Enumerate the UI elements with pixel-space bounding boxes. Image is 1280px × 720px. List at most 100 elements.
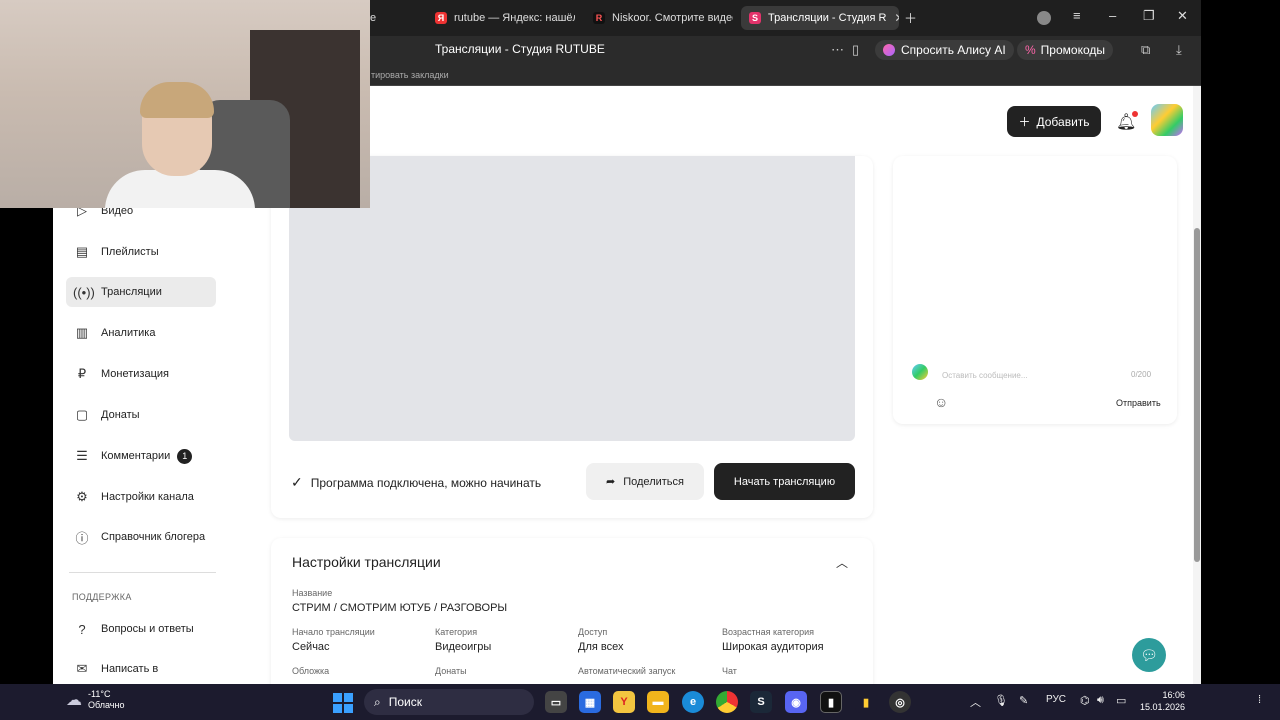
file-explorer-icon[interactable]: ▬ [647,691,669,713]
alice-button[interactable]: Спросить Алису AI [875,40,1014,60]
bookmark-icon[interactable]: ▯ [852,42,859,58]
windows-start-icon[interactable] [333,693,353,713]
rutube-icon: R [593,12,605,24]
minimize-icon[interactable]: – [1109,8,1116,23]
yandex-browser-icon[interactable]: Y [613,691,635,713]
taskbar: ☁ -11°C Облачно ⌕ Поиск ▭ ▦ Y ▬ e S ◉ ▮ … [0,684,1280,720]
promo-button[interactable]: % Промокоды [1017,40,1113,60]
tab-1[interactable]: Я rutube — Яндекс: нашёлс [435,6,575,30]
sidebar-item-channel-settings[interactable]: ⚙ Настройки канала [66,482,216,512]
chat-avatar [912,364,928,380]
weather-widget[interactable]: ☁ -11°C Облачно [66,689,124,711]
send-button[interactable]: Отправить [1116,398,1161,408]
search-icon: ⌕ [374,694,381,709]
terminal-icon[interactable]: ▮ [820,691,842,713]
sidebar-item-comments[interactable]: ☰ Комментарии 1 [66,441,216,471]
sidebar: ▷ Видео ▤ Плейлисты ((•)) Трансляции ▥ А… [53,203,271,684]
chat-input[interactable]: Оставить сообщение... [942,371,1028,380]
tab-3[interactable]: S Трансляции - Студия R ✕ [741,6,899,30]
field-label: Возрастная категория [722,627,814,637]
tab-label: Niskoor. Смотрите видео [612,12,733,24]
broadcast-icon: ((•)) [73,284,95,300]
edge-icon[interactable]: e [682,691,704,713]
sidebar-item-write[interactable]: ✉ Написать в [66,654,216,684]
sidebar-item-broadcasts[interactable]: ((•)) Трансляции [66,277,216,307]
chrome-icon[interactable] [716,691,738,713]
battery-icon[interactable]: ▭ [1116,694,1126,707]
app-icon[interactable]: ▮ [855,691,877,713]
bookmarks-hint[interactable]: тировать закладки [371,70,449,80]
sidebar-item-label: Трансляции [101,286,162,298]
discord-icon[interactable]: ◉ [785,691,807,713]
chevron-up-icon[interactable]: ︿ [970,694,981,710]
task-view-icon[interactable]: ▭ [545,691,567,713]
taskbar-search[interactable]: ⌕ Поиск [364,689,534,715]
webcam-person-hair [140,82,214,118]
sidebar-item-analytics[interactable]: ▥ Аналитика [66,318,216,348]
start-label: Начать трансляцию [733,475,836,488]
sidebar-item-label: Справочник блогера [101,531,206,543]
sidebar-item-label: Плейлисты [101,246,159,258]
tab-label: Трансляции - Студия R [768,12,887,24]
field-value[interactable]: Для всех [578,641,623,653]
microphone-icon[interactable]: 🎙︎ [994,694,1008,707]
steam-icon[interactable]: S [750,691,772,713]
yandex-icon: Я [435,12,447,24]
chevron-up-icon[interactable]: ︿ [836,554,848,571]
scrollbar-thumb[interactable] [1194,228,1200,562]
field-value[interactable]: Широкая аудитория [722,641,824,653]
check-icon: ✓ [291,474,303,490]
percent-icon: % [1025,43,1036,57]
page-scrollbar[interactable] [1193,86,1201,684]
emoji-icon[interactable]: ☺ [934,394,948,410]
store-icon[interactable]: ▦ [579,691,601,713]
profile-icon[interactable] [1037,11,1051,25]
menu-icon[interactable]: ≡ [1073,8,1081,23]
sidebar-item-playlists[interactable]: ▤ Плейлисты [66,237,216,267]
add-button[interactable]: ＋ Добавить [1007,106,1101,137]
tab-0[interactable]: е [370,6,376,30]
bell-icon[interactable]: 🔔︎ [1116,111,1139,132]
support-section-title: ПОДДЕРЖКА [72,592,132,602]
alice-icon [883,44,895,56]
start-broadcast-button[interactable]: Начать трансляцию [714,463,855,500]
stream-card: ✓ Программа подключена, можно начинать ➦… [271,156,873,518]
stream-preview [289,156,855,441]
collections-icon[interactable]: ⧉ [1141,42,1150,58]
webcam-overlay [0,0,370,208]
help-icon: ? [78,621,86,637]
ruble-icon: ₽ [77,366,87,381]
language-indicator[interactable]: РУС [1046,694,1066,705]
field-value[interactable]: Сейчас [292,641,330,653]
network-icon[interactable]: ⌬ [1080,694,1090,707]
volume-icon[interactable]: 🔊︎ [1097,694,1104,707]
clock[interactable]: 16:06 15.01.2026 [1140,689,1185,713]
support-chat-button[interactable]: 💬︎ [1132,638,1166,672]
sidebar-item-label: Комментарии [101,450,171,462]
pen-icon[interactable]: ✎ [1019,694,1028,707]
weather-temp: -11°C [88,689,111,699]
sidebar-item-donations[interactable]: ▢ Донаты [66,400,216,430]
obs-icon[interactable]: ◎ [889,691,911,713]
tab-2[interactable]: R Niskoor. Смотрите видео [593,6,733,30]
new-tab-icon[interactable]: ＋ [904,8,917,27]
add-label: Добавить [1036,114,1090,129]
connection-status: ✓ Программа подключена, можно начинать [291,474,541,491]
notifications-icon[interactable]: ⁞ [1258,694,1261,706]
sidebar-item-blogger-guide[interactable]: ⓘ Справочник блогера [66,522,216,552]
comment-icon: ☰ [76,448,88,463]
field-value[interactable]: Видеоигры [435,641,491,653]
sidebar-item-faq[interactable]: ? Вопросы и ответы [66,614,216,644]
download-icon[interactable]: ⤓ [1176,42,1182,58]
close-tab-icon[interactable]: ✕ [894,11,899,25]
field-label: Начало трансляции [292,627,375,637]
name-label: Название [292,588,333,598]
close-window-icon[interactable]: ✕ [1177,8,1188,24]
sidebar-item-monetization[interactable]: ₽ Монетизация [66,359,216,389]
cloud-icon: ☁ [66,692,82,709]
share-button[interactable]: ➦ Поделиться [586,463,704,500]
more-icon[interactable]: ⋯ [831,42,844,58]
donate-icon: ▢ [75,407,89,422]
restore-icon[interactable]: ❐ [1143,8,1155,24]
avatar[interactable] [1151,104,1183,136]
